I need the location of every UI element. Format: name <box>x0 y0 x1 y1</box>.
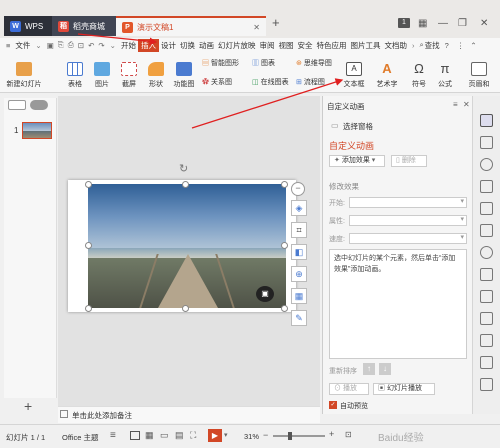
arrow-to-textbox <box>191 78 344 129</box>
annotation-arrows <box>77 33 344 129</box>
arrow-to-insert <box>77 33 158 46</box>
